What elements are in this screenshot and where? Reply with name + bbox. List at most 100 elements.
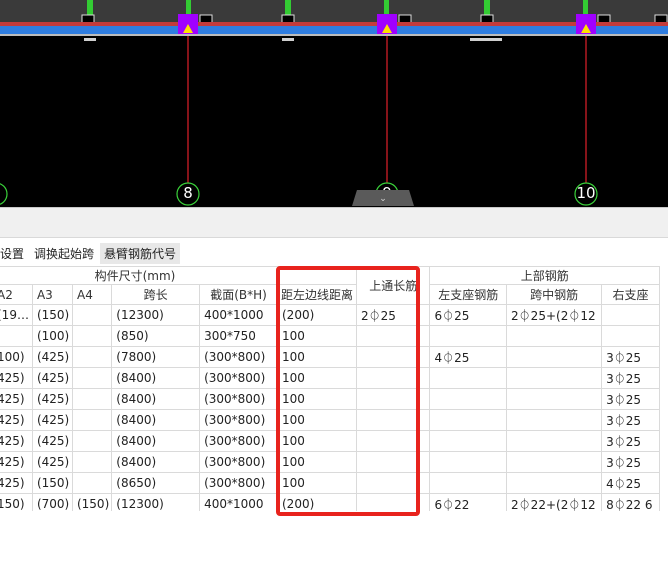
cell-left-support-rebar[interactable] xyxy=(429,472,508,494)
cell-a3[interactable]: (425) xyxy=(31,430,73,452)
cell-left-support-rebar[interactable]: 6⏀25 xyxy=(429,304,508,326)
cell-a2[interactable]: 425) xyxy=(0,367,33,389)
cell-a3[interactable]: (425) xyxy=(31,367,73,389)
col-a4-header[interactable]: A4 xyxy=(71,284,113,305)
cell-span-length[interactable]: (8400) xyxy=(111,367,201,389)
cell-left-edge-distance[interactable]: 100 xyxy=(277,346,357,368)
table-row[interactable]: 425)(425) (8400)(300*800)100 3⏀25 xyxy=(0,388,660,410)
cell-a4[interactable] xyxy=(71,472,113,494)
cell-left-support-rebar[interactable] xyxy=(429,409,508,431)
cell-section[interactable]: 400*1000 xyxy=(199,493,278,511)
cell-span-length[interactable]: (8400) xyxy=(111,451,201,473)
cell-midspan-rebar[interactable] xyxy=(506,409,603,431)
cell-section[interactable]: (300*800) xyxy=(199,430,278,452)
cell-span-length[interactable]: (8650) xyxy=(111,472,201,494)
cell-right-support-rebar[interactable]: 3⏀25 xyxy=(601,367,660,389)
cell-a2[interactable]: 425) xyxy=(0,472,33,494)
cell-right-support-rebar[interactable] xyxy=(601,325,660,347)
cell-right-support-rebar[interactable]: 3⏀25 xyxy=(601,346,660,368)
cell-left-edge-distance[interactable]: (200) xyxy=(277,493,357,511)
cell-top-through-rebar[interactable] xyxy=(355,451,431,473)
table-row[interactable]: 150)(700)(150)(12300)400*1000(200) 6⏀222⏀… xyxy=(0,493,660,511)
cell-midspan-rebar[interactable] xyxy=(506,325,603,347)
cell-midspan-rebar[interactable]: 2⏀25+(2⏀12 xyxy=(506,304,603,326)
cell-section[interactable]: 300*750 xyxy=(199,325,278,347)
cell-right-support-rebar[interactable]: 8⏀22 6 xyxy=(601,493,660,511)
cell-midspan-rebar[interactable] xyxy=(506,367,603,389)
cell-midspan-rebar[interactable] xyxy=(506,472,603,494)
cell-left-edge-distance[interactable]: 100 xyxy=(277,451,357,473)
cell-section[interactable]: (300*800) xyxy=(199,472,278,494)
cell-a2[interactable]: (19… xyxy=(0,304,33,326)
table-row[interactable]: 425)(425) (8400)(300*800)100 3⏀25 xyxy=(0,430,660,452)
cell-left-support-rebar[interactable]: 4⏀25 xyxy=(429,346,508,368)
cell-a3[interactable]: (425) xyxy=(31,388,73,410)
cell-left-edge-distance[interactable]: 100 xyxy=(277,472,357,494)
cell-top-through-rebar[interactable] xyxy=(355,325,431,347)
cell-top-through-rebar[interactable] xyxy=(355,472,431,494)
cell-top-through-rebar[interactable]: 2⏀25 xyxy=(355,304,431,326)
table-row[interactable]: 425)(425) (8400)(300*800)100 3⏀25 xyxy=(0,409,660,431)
cell-a2[interactable]: 150) xyxy=(0,493,33,511)
cell-right-support-rebar[interactable]: 4⏀25 xyxy=(601,472,660,494)
cell-left-support-rebar[interactable] xyxy=(429,325,508,347)
cad-viewport[interactable]: 8 9 10 ⌄ xyxy=(0,0,668,207)
cell-a3[interactable]: (150) xyxy=(31,304,73,326)
cell-a2[interactable] xyxy=(0,325,33,347)
table-row[interactable]: 425)(425) (8400)(300*800)100 3⏀25 xyxy=(0,451,660,473)
cell-section[interactable]: (300*800) xyxy=(199,367,278,389)
col-left-support-rebar-header[interactable]: 左支座钢筋 xyxy=(429,284,508,305)
cell-midspan-rebar[interactable] xyxy=(506,346,603,368)
cantilever-rebar-code-button[interactable]: 悬臂钢筋代号 xyxy=(100,242,181,264)
cell-left-edge-distance[interactable]: 100 xyxy=(277,325,357,347)
cell-a2[interactable]: 425) xyxy=(0,451,33,473)
cell-right-support-rebar[interactable]: 3⏀25 xyxy=(601,409,660,431)
cell-section[interactable]: (300*800) xyxy=(199,346,278,368)
cell-section[interactable]: 400*1000 xyxy=(199,304,278,326)
cell-top-through-rebar[interactable] xyxy=(355,430,431,452)
cell-section[interactable]: (300*800) xyxy=(199,451,278,473)
table-row[interactable]: (19… (150) (12300) 400*1000 (200) 2⏀25 6⏀25 2⏀2… xyxy=(0,304,660,326)
cell-left-edge-distance[interactable]: 100 xyxy=(277,367,357,389)
cell-a2[interactable]: 425) xyxy=(0,430,33,452)
cell-midspan-rebar[interactable] xyxy=(506,388,603,410)
col-section-header[interactable]: 截面(B*H) xyxy=(199,284,278,305)
col-a2-header[interactable]: A2 xyxy=(0,284,33,305)
cell-top-through-rebar[interactable] xyxy=(355,493,431,511)
settings-button[interactable]: 设置 xyxy=(0,243,28,264)
cell-left-edge-distance[interactable]: 100 xyxy=(277,409,357,431)
cell-a4[interactable] xyxy=(71,388,113,410)
cell-a4[interactable]: (150) xyxy=(71,493,113,511)
cell-left-support-rebar[interactable] xyxy=(429,451,508,473)
cell-span-length[interactable]: (8400) xyxy=(111,430,201,452)
cell-a4[interactable] xyxy=(71,367,113,389)
cell-left-support-rebar[interactable] xyxy=(429,430,508,452)
cell-span-length[interactable]: (12300) xyxy=(111,304,201,326)
cell-span-length[interactable]: (8400) xyxy=(111,388,201,410)
cell-a3[interactable]: (425) xyxy=(31,346,73,368)
cell-a2[interactable]: 425) xyxy=(0,388,33,410)
cell-a3[interactable]: (700) xyxy=(31,493,73,511)
cell-left-support-rebar[interactable]: 6⏀22 xyxy=(429,493,508,511)
cell-span-length[interactable]: (7800) xyxy=(111,346,201,368)
cell-left-edge-distance[interactable]: (200) xyxy=(277,304,357,326)
cell-span-length[interactable]: (12300) xyxy=(111,493,201,511)
cell-right-support-rebar[interactable]: 3⏀25 xyxy=(601,430,660,452)
table-row[interactable]: 425)(150) (8650)(300*800)100 4⏀25 xyxy=(0,472,660,494)
cell-span-length[interactable]: (850) xyxy=(111,325,201,347)
table-row[interactable]: 100)(425) (7800)(300*800)100 4⏀25 3⏀25 xyxy=(0,346,660,368)
cell-a4[interactable] xyxy=(71,451,113,473)
swap-start-span-button[interactable]: 调换起始跨 xyxy=(30,243,98,264)
cell-section[interactable]: (300*800) xyxy=(199,388,278,410)
cell-a4[interactable] xyxy=(71,346,113,368)
cell-a3[interactable]: (100) xyxy=(31,325,73,347)
cell-section[interactable]: (300*800) xyxy=(199,409,278,431)
cell-a3[interactable]: (150) xyxy=(31,472,73,494)
table-row[interactable]: 425)(425) (8400)(300*800)100 3⏀25 xyxy=(0,367,660,389)
collapse-panel-button[interactable]: ⌄ xyxy=(352,190,414,206)
panel-splitter[interactable] xyxy=(0,207,668,238)
cell-right-support-rebar[interactable] xyxy=(601,304,660,326)
cell-right-support-rebar[interactable]: 3⏀25 xyxy=(601,388,660,410)
cell-a3[interactable]: (425) xyxy=(31,451,73,473)
cell-top-through-rebar[interactable] xyxy=(355,388,431,410)
